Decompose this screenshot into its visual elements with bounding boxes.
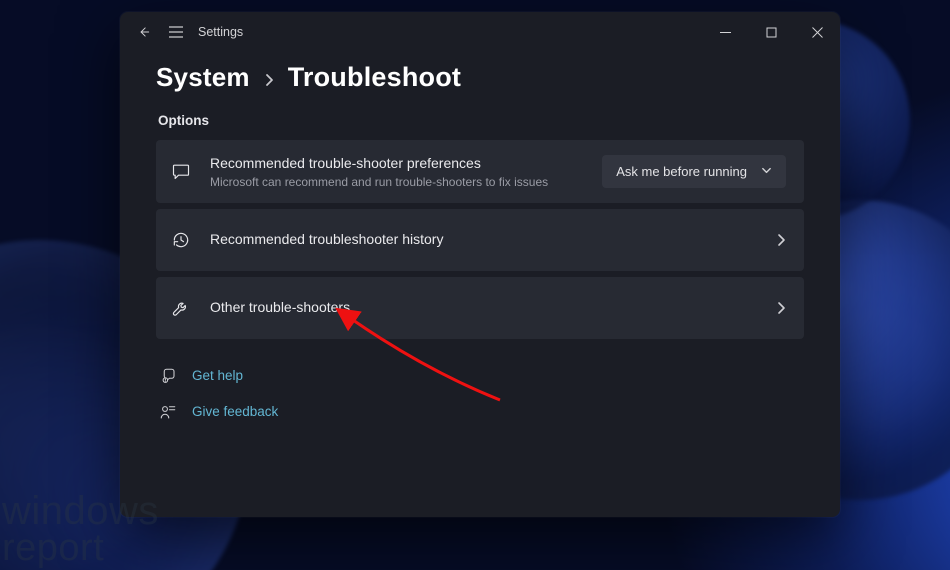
breadcrumb-current: Troubleshoot bbox=[288, 62, 461, 93]
window-controls bbox=[702, 12, 840, 52]
maximize-button[interactable] bbox=[748, 12, 794, 52]
give-feedback-link[interactable]: Give feedback bbox=[192, 404, 278, 419]
get-help-row: Get help bbox=[158, 367, 804, 385]
back-button[interactable] bbox=[132, 25, 156, 39]
card-other-troubleshooters[interactable]: Other trouble-shooters bbox=[156, 277, 804, 339]
get-help-link[interactable]: Get help bbox=[192, 368, 243, 383]
give-feedback-row: Give feedback bbox=[158, 403, 804, 421]
chevron-right-icon bbox=[776, 233, 786, 247]
help-icon bbox=[158, 367, 178, 385]
chat-bubble-icon bbox=[170, 161, 192, 181]
history-icon bbox=[170, 230, 192, 250]
feedback-icon bbox=[158, 403, 178, 421]
app-title: Settings bbox=[198, 25, 243, 39]
card-subtitle: Microsoft can recommend and run trouble-… bbox=[210, 175, 584, 189]
card-title: Recommended trouble-shooter preferences bbox=[210, 154, 584, 173]
breadcrumb: System Troubleshoot bbox=[156, 62, 804, 93]
preferences-dropdown[interactable]: Ask me before running bbox=[602, 155, 786, 188]
titlebar: Settings bbox=[120, 12, 840, 52]
card-title: Other trouble-shooters bbox=[210, 298, 758, 317]
dropdown-label: Ask me before running bbox=[616, 164, 747, 179]
card-troubleshooter-preferences: Recommended trouble-shooter preferences … bbox=[156, 140, 804, 203]
wrench-icon bbox=[170, 298, 192, 318]
settings-window: Settings bbox=[120, 12, 840, 517]
close-button[interactable] bbox=[794, 12, 840, 52]
help-links: Get help Give feedback bbox=[156, 367, 804, 421]
card-troubleshooter-history[interactable]: Recommended troubleshooter history bbox=[156, 209, 804, 271]
section-header-options: Options bbox=[158, 113, 804, 128]
card-title: Recommended troubleshooter history bbox=[210, 230, 758, 249]
breadcrumb-parent[interactable]: System bbox=[156, 62, 250, 93]
chevron-down-icon bbox=[761, 164, 772, 179]
chevron-right-icon bbox=[776, 301, 786, 315]
content-area: System Troubleshoot Options Recommende bbox=[120, 52, 840, 517]
chevron-right-icon bbox=[264, 68, 274, 91]
desktop-background: Settings bbox=[0, 0, 950, 570]
minimize-button[interactable] bbox=[702, 12, 748, 52]
nav-menu-button[interactable] bbox=[164, 26, 188, 38]
